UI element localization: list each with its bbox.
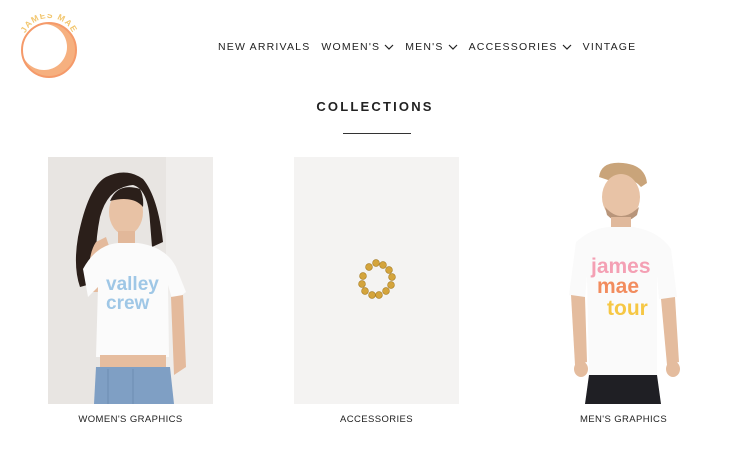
nav-new-arrivals[interactable]: NEW ARRIVALS: [218, 41, 310, 53]
nav-label: WOMEN'S: [321, 41, 381, 53]
nav-label: ACCESSORIES: [468, 41, 558, 53]
mens-graphics-image: james mae tour: [541, 157, 706, 404]
nav-label: MEN'S: [405, 41, 444, 53]
nav-accessories[interactable]: ACCESSORIES: [469, 41, 572, 53]
chevron-down-icon: [448, 44, 458, 50]
nav-label: VINTAGE: [582, 41, 637, 53]
main-nav: NEW ARRIVALS WOMEN'S MEN'S ACCESSORIES V…: [218, 41, 647, 53]
nav-label: NEW ARRIVALS: [218, 41, 311, 53]
nav-vintage[interactable]: VINTAGE: [583, 41, 637, 53]
shirt-text-line3: tour: [607, 297, 648, 320]
chevron-down-icon: [562, 44, 572, 50]
collection-card-accessories[interactable]: ACCESSORIES: [294, 157, 459, 425]
shirt-text-line2: mae: [597, 275, 639, 298]
brand-logo-mark: JAMES MAE: [18, 10, 79, 78]
shirt-text-line1: valley: [106, 274, 159, 295]
accessories-image: [294, 157, 459, 404]
womens-graphics-image: valley crew: [48, 157, 213, 404]
collection-card-womens-graphics[interactable]: valley crew WOMEN'S GRAPHICS: [48, 157, 213, 425]
collections-title: COLLECTIONS: [316, 99, 434, 114]
shirt-text-line2: crew: [106, 293, 150, 314]
brand-logo[interactable]: JAMES MAE: [16, 10, 82, 80]
chevron-down-icon: [384, 44, 394, 50]
nav-mens[interactable]: MEN'S: [405, 41, 458, 53]
title-underline: [343, 133, 411, 134]
collection-label[interactable]: WOMEN'S GRAPHICS: [18, 414, 243, 425]
collection-label[interactable]: ACCESSORIES: [264, 414, 489, 425]
nav-womens[interactable]: WOMEN'S: [321, 41, 394, 53]
collection-card-mens-graphics[interactable]: james mae tour MEN'S GRAPHICS: [541, 157, 706, 425]
collection-label[interactable]: MEN'S GRAPHICS: [511, 414, 736, 425]
